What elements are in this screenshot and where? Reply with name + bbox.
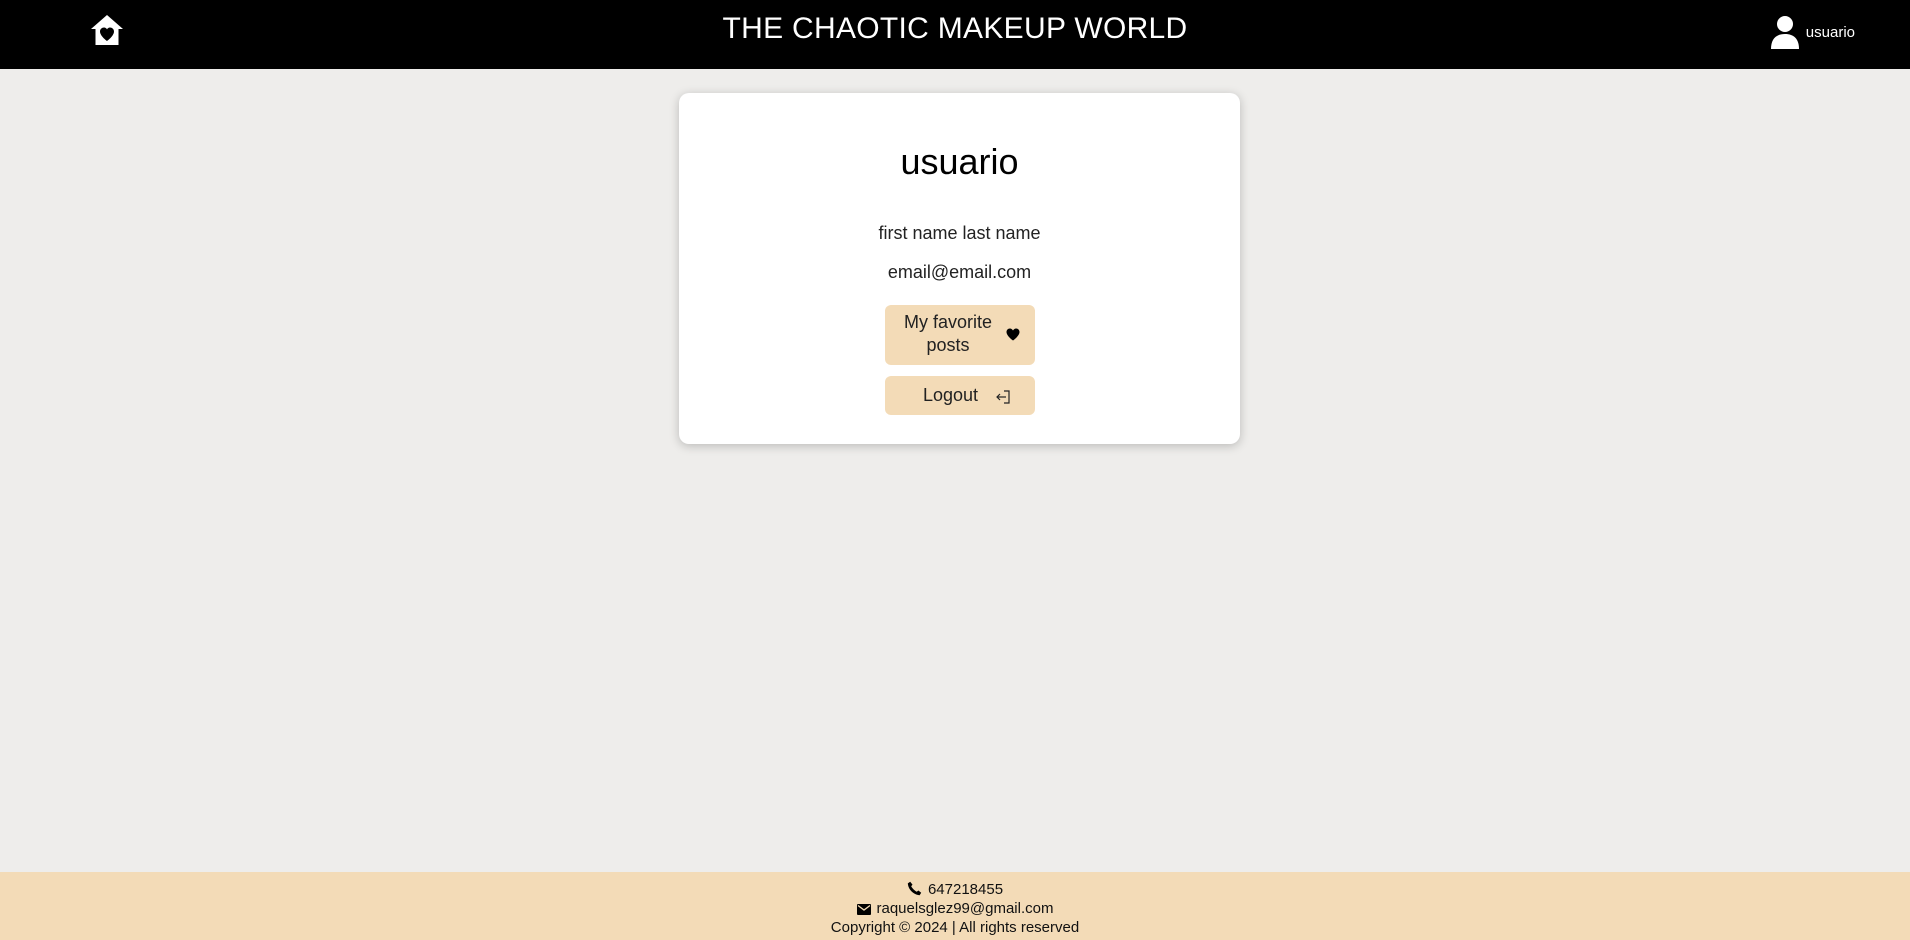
site-title: THE CHAOTIC MAKEUP WORLD [722,12,1188,45]
user-name: usuario [1805,23,1855,41]
logout-button[interactable]: Logout [885,376,1035,415]
logout-label: Logout [923,385,979,405]
favorite-posts-button[interactable]: My favorite posts [885,305,1035,365]
page-footer: 647218455 raquelsglez99@gmail.com Copyri… [0,872,1910,940]
mail-icon [856,904,871,915]
user-icon [1770,16,1799,49]
home-heart-icon [91,15,123,45]
home-link[interactable] [90,13,124,47]
footer-phone: 647218455 [0,881,1910,899]
favorite-posts-label: My favorite posts [903,312,993,355]
phone-icon [907,881,922,896]
footer-email-text[interactable]: raquelsglez99@gmail.com [877,900,1054,917]
profile-username: usuario [900,141,1019,182]
user-menu[interactable]: usuario [1770,15,1855,49]
footer-email: raquelsglez99@gmail.com [0,900,1910,918]
top-navbar: THE CHAOTIC MAKEUP WORLD usuario [0,0,1910,69]
profile-email: email@email.com [887,262,1032,282]
heart-icon [1006,328,1020,341]
profile-full-name: first name last name [878,223,1041,243]
profile-card: usuario first name last name email@email… [679,93,1240,444]
footer-phone-text: 647218455 [927,881,1004,898]
logout-icon [996,390,1010,404]
footer-copyright: Copyright © 2024 | All rights reserved [830,919,1080,936]
